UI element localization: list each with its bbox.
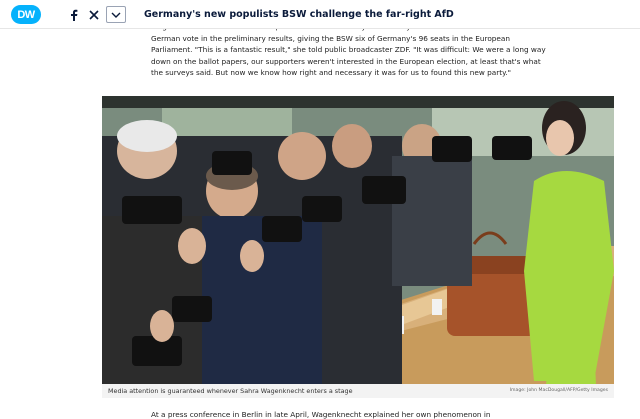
dw-logo[interactable]: DW xyxy=(11,5,41,24)
image-credit: Image: John MacDougall/AFP/Getty Images xyxy=(509,388,608,393)
image-caption: Media attention is guaranteed whenever S… xyxy=(108,387,353,395)
article-paragraph: Wagenknecht celebrated the European elec… xyxy=(151,22,546,78)
article-paragraph-2: At a press conference in Berlin in late … xyxy=(151,410,491,419)
facebook-icon[interactable] xyxy=(65,6,83,23)
header-article-title[interactable]: Germany's new populists BSW challenge th… xyxy=(144,9,454,20)
image-caption-bar: Media attention is guaranteed whenever S… xyxy=(102,384,614,398)
chevron-down-icon[interactable] xyxy=(106,6,126,23)
press-conference-photo xyxy=(102,96,614,385)
article-photo xyxy=(102,96,614,385)
sticky-header: DW Germany's new populists BSW challenge… xyxy=(0,0,640,29)
x-icon[interactable] xyxy=(85,6,103,23)
